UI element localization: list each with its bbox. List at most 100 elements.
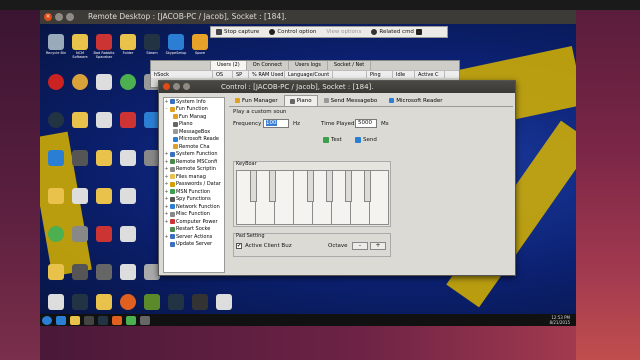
- desktop-icon[interactable]: [68, 112, 92, 128]
- column-header[interactable]: Ping: [367, 71, 393, 78]
- tab-piano[interactable]: Piano: [283, 95, 318, 106]
- taskbar-app-icon[interactable]: [98, 315, 108, 325]
- tree-item-restart-socket[interactable]: Restart Socke: [164, 226, 224, 234]
- desktop-icon[interactable]: Folder: [116, 34, 140, 55]
- taskbar-clock[interactable]: 12:53 PM 8/21/2015: [549, 315, 570, 325]
- taskbar-app-icon[interactable]: [126, 315, 136, 325]
- desktop-icon[interactable]: [116, 74, 140, 90]
- piano-white-key[interactable]: [274, 170, 294, 225]
- test-button[interactable]: Test: [323, 135, 342, 144]
- taskbar-app-icon[interactable]: [140, 315, 150, 325]
- desktop-icon[interactable]: [92, 74, 116, 90]
- tree-item-spy-functions[interactable]: + Spy Functions: [164, 196, 224, 204]
- column-header[interactable]: hSock: [151, 71, 213, 78]
- column-header[interactable]: SP: [233, 71, 249, 78]
- desktop-icon[interactable]: [116, 150, 140, 166]
- desktop-icon[interactable]: [92, 264, 116, 280]
- tree-item-system-info[interactable]: + System Info: [164, 98, 224, 106]
- piano-black-key[interactable]: [364, 170, 371, 202]
- desktop-icon[interactable]: Steam: [140, 34, 164, 55]
- desktop-icon[interactable]: [164, 294, 188, 310]
- column-header[interactable]: OS: [213, 71, 233, 78]
- tab-users-logs[interactable]: Users logs: [289, 61, 328, 70]
- close-icon[interactable]: ×: [44, 13, 52, 21]
- tree-item-msn-function[interactable]: + MSN Function: [164, 188, 224, 196]
- tree-item-microsoft-reader[interactable]: Microsoft Reade: [164, 136, 224, 144]
- piano-black-key[interactable]: [269, 170, 276, 202]
- time-played-input[interactable]: 5000: [355, 119, 377, 128]
- desktop-icon[interactable]: [92, 294, 116, 310]
- desktop-icon[interactable]: [68, 226, 92, 242]
- minimize-icon[interactable]: [55, 13, 63, 21]
- close-icon[interactable]: [163, 83, 170, 90]
- start-icon[interactable]: [42, 315, 52, 325]
- desktop-icon[interactable]: [116, 294, 140, 310]
- desktop-icon[interactable]: [116, 112, 140, 128]
- desktop-icon[interactable]: [116, 264, 140, 280]
- desktop-icon[interactable]: Recycle Bin: [44, 34, 68, 55]
- column-header[interactable]: [333, 71, 367, 78]
- piano-black-key[interactable]: [326, 170, 333, 202]
- frequency-input[interactable]: 100: [263, 119, 289, 128]
- minimize-icon[interactable]: [173, 83, 180, 90]
- desktop-icon[interactable]: [212, 294, 236, 310]
- tab-socket-net[interactable]: Socket / Net: [328, 61, 372, 70]
- desktop-icon[interactable]: NCM Software: [68, 34, 92, 59]
- maximize-icon[interactable]: [183, 83, 190, 90]
- related-cmd-button[interactable]: Related cmd: [366, 29, 427, 35]
- octave-increase-button[interactable]: +: [370, 242, 386, 250]
- desktop-icon[interactable]: [44, 226, 68, 242]
- octave-decrease-button[interactable]: -: [352, 242, 368, 250]
- column-header[interactable]: Language/Count: [285, 71, 333, 78]
- desktop-icon[interactable]: [92, 188, 116, 204]
- tree-item-misc-function[interactable]: + Misc Function: [164, 211, 224, 219]
- tree-item-passwords[interactable]: + Passwords / Datar: [164, 181, 224, 189]
- desktop-icon[interactable]: [92, 226, 116, 242]
- tree-item-system-function[interactable]: + System Function: [164, 151, 224, 159]
- tree-item-remote-scripting[interactable]: + Remote Scriptin: [164, 166, 224, 174]
- desktop-icon[interactable]: [44, 188, 68, 204]
- tab-send-messagebox[interactable]: Send Messagebo: [318, 95, 384, 106]
- maximize-icon[interactable]: [66, 13, 74, 21]
- view-options-button[interactable]: View options: [321, 29, 366, 35]
- control-option-button[interactable]: Control option: [264, 29, 321, 35]
- column-header[interactable]: % RAM Used: [249, 71, 285, 78]
- desktop-icon[interactable]: [92, 150, 116, 166]
- tab-users[interactable]: Users (2): [211, 61, 247, 70]
- send-button[interactable]: Send: [355, 135, 377, 144]
- tab-fun-manager[interactable]: Fun Manager: [229, 95, 284, 106]
- desktop-icon[interactable]: [68, 188, 92, 204]
- taskbar-app-icon[interactable]: [70, 315, 80, 325]
- tree-item-files-manager[interactable]: + Files manag: [164, 173, 224, 181]
- column-header[interactable]: Idle: [393, 71, 415, 78]
- stop-capture-button[interactable]: Stop capture: [211, 29, 264, 35]
- tab-microsoft-reader[interactable]: Microsoft Reader: [383, 95, 448, 106]
- tree-item-fun-function[interactable]: - Fun Function: [164, 106, 224, 114]
- desktop-icon[interactable]: [92, 112, 116, 128]
- desktop-icon[interactable]: [68, 150, 92, 166]
- taskbar-app-icon[interactable]: [112, 315, 122, 325]
- desktop-icon[interactable]: [140, 294, 164, 310]
- taskbar-app-icon[interactable]: [84, 315, 94, 325]
- tab-on-connect[interactable]: On Connect: [247, 61, 290, 70]
- tree-item-fun-manager[interactable]: Fun Manag: [164, 113, 224, 121]
- desktop-icon[interactable]: [188, 294, 212, 310]
- desktop-icon[interactable]: [44, 294, 68, 310]
- taskbar-app-icon[interactable]: [56, 315, 66, 325]
- desktop-icon[interactable]: [68, 74, 92, 90]
- piano-white-key[interactable]: [369, 170, 389, 225]
- tree-item-remote-chat[interactable]: Remote Cha: [164, 143, 224, 151]
- dropdown-icon[interactable]: [415, 29, 422, 35]
- tree-item-piano[interactable]: Piano: [164, 121, 224, 129]
- desktop-icon[interactable]: [116, 188, 140, 204]
- desktop-icon[interactable]: SkypeSetup: [164, 34, 188, 55]
- desktop-icon[interactable]: [44, 150, 68, 166]
- desktop-icon[interactable]: [44, 264, 68, 280]
- piano-black-key[interactable]: [345, 170, 352, 202]
- desktop-icon[interactable]: [68, 264, 92, 280]
- desktop-icon[interactable]: [68, 294, 92, 310]
- active-client-checkbox[interactable]: ✔: [236, 243, 242, 249]
- piano-black-key[interactable]: [307, 170, 314, 202]
- tree-item-server-actions[interactable]: + Server Actions: [164, 233, 224, 241]
- desktop-icon[interactable]: Bad Rabbits Spacebar: [92, 34, 116, 59]
